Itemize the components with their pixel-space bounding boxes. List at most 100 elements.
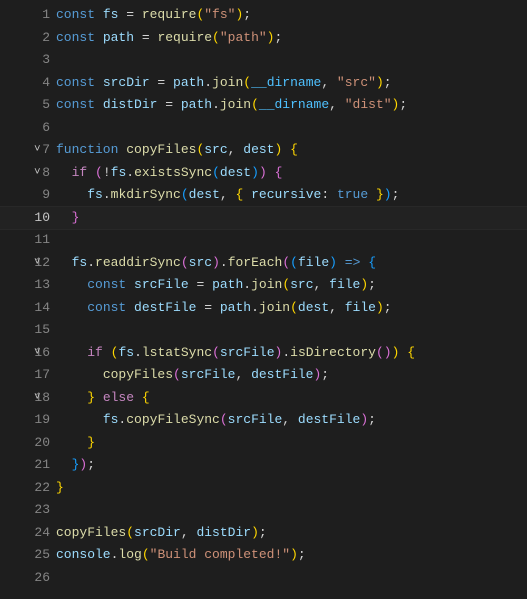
code-content[interactable]: const distDir = path.join(__dirname, "di… [56, 94, 527, 117]
gutter[interactable]: 13 [0, 274, 56, 297]
gutter[interactable]: 2 [0, 27, 56, 50]
code-line[interactable]: 2const path = require("path"); [0, 27, 527, 50]
code-line[interactable]: 5const distDir = path.join(__dirname, "d… [0, 94, 527, 117]
gutter[interactable]: 9 [0, 184, 56, 207]
token-prop: recursive [243, 187, 321, 202]
code-content[interactable]: const path = require("path"); [56, 27, 527, 50]
gutter[interactable]: 16˅ [0, 342, 56, 365]
code-content[interactable]: if (fs.lstatSync(srcFile).isDirectory())… [56, 342, 527, 365]
gutter[interactable]: 4 [0, 72, 56, 95]
gutter[interactable]: 18˅ [0, 387, 56, 410]
token-punc: ; [259, 525, 267, 540]
code-line[interactable]: 7˅function copyFiles(src, dest) { [0, 139, 527, 162]
code-content[interactable]: fs.mkdirSync(dest, { recursive: true }); [56, 184, 527, 207]
code-content[interactable]: } [56, 432, 527, 455]
token-punc: . [220, 255, 228, 270]
code-content[interactable]: if (!fs.existsSync(dest)) { [56, 162, 527, 185]
code-content[interactable]: const srcDir = path.join(__dirname, "src… [56, 72, 527, 95]
code-content[interactable]: fs.copyFileSync(srcFile, destFile); [56, 409, 527, 432]
code-line[interactable]: 9 fs.mkdirSync(dest, { recursive: true }… [0, 184, 527, 207]
fold-toggle-icon[interactable]: ˅ [34, 139, 41, 162]
code-line[interactable]: 8˅ if (!fs.existsSync(dest)) { [0, 162, 527, 185]
token-var: dest [298, 300, 329, 315]
token-var: distDir [95, 97, 157, 112]
token-fn: log [118, 547, 141, 562]
token-var: fs [118, 345, 134, 360]
fold-toggle-icon[interactable]: ˅ [34, 342, 41, 365]
token-str: "fs" [204, 7, 235, 22]
code-content[interactable]: fs.readdirSync(src).forEach((file) => { [56, 252, 527, 275]
token-punc: . [251, 300, 259, 315]
code-line[interactable]: 1const fs = require("fs"); [0, 4, 527, 27]
token-var: path [212, 277, 243, 292]
code-line[interactable]: 26 [0, 567, 527, 590]
gutter[interactable]: 10 [0, 207, 56, 230]
code-line[interactable]: 24copyFiles(srcDir, distDir); [0, 522, 527, 545]
gutter[interactable]: 23 [0, 499, 56, 522]
token-punc: = [189, 277, 212, 292]
token-arrow: => [337, 255, 360, 270]
code-content[interactable]: const destFile = path.join(dest, file); [56, 297, 527, 320]
code-line[interactable]: 20 } [0, 432, 527, 455]
code-content[interactable]: copyFiles(srcFile, destFile); [56, 364, 527, 387]
code-line[interactable]: 22} [0, 477, 527, 500]
gutter[interactable]: 26 [0, 567, 56, 590]
code-line[interactable]: 3 [0, 49, 527, 72]
token-var: path [181, 97, 212, 112]
token-brace-y: { [142, 390, 150, 405]
code-line[interactable]: 25console.log("Build completed!"); [0, 544, 527, 567]
token-param: src [204, 142, 227, 157]
gutter[interactable]: 22 [0, 477, 56, 500]
code-line[interactable]: 21 }); [0, 454, 527, 477]
code-line[interactable]: 10 } [0, 207, 527, 230]
code-content[interactable]: }); [56, 454, 527, 477]
code-line[interactable]: 12˅ fs.readdirSync(src).forEach((file) =… [0, 252, 527, 275]
token-var: fs [72, 255, 88, 270]
gutter[interactable]: 24 [0, 522, 56, 545]
code-line[interactable]: 18˅ } else { [0, 387, 527, 410]
code-content[interactable]: function copyFiles(src, dest) { [56, 139, 527, 162]
code-line[interactable]: 13 const srcFile = path.join(src, file); [0, 274, 527, 297]
gutter[interactable]: 7˅ [0, 139, 56, 162]
gutter[interactable]: 12˅ [0, 252, 56, 275]
fold-toggle-icon[interactable]: ˅ [34, 252, 41, 275]
gutter[interactable]: 11 [0, 229, 56, 252]
code-content[interactable]: } [56, 477, 527, 500]
token-brace-y: } [87, 435, 95, 450]
gutter[interactable]: 15 [0, 319, 56, 342]
code-line[interactable]: 17 copyFiles(srcFile, destFile); [0, 364, 527, 387]
code-content[interactable]: } [56, 207, 527, 230]
code-line[interactable]: 16˅ if (fs.lstatSync(srcFile).isDirector… [0, 342, 527, 365]
gutter[interactable]: 14 [0, 297, 56, 320]
code-line[interactable]: 6 [0, 117, 527, 140]
code-line[interactable]: 14 const destFile = path.join(dest, file… [0, 297, 527, 320]
code-line[interactable]: 11 [0, 229, 527, 252]
gutter[interactable]: 1 [0, 4, 56, 27]
code-content[interactable]: console.log("Build completed!"); [56, 544, 527, 567]
gutter[interactable]: 20 [0, 432, 56, 455]
code-content[interactable]: const srcFile = path.join(src, file); [56, 274, 527, 297]
token-var: srcDir [134, 525, 181, 540]
code-line[interactable]: 4const srcDir = path.join(__dirname, "sr… [0, 72, 527, 95]
code-content[interactable]: const fs = require("fs"); [56, 4, 527, 27]
code-line[interactable]: 15 [0, 319, 527, 342]
code-line[interactable]: 19 fs.copyFileSync(srcFile, destFile); [0, 409, 527, 432]
gutter[interactable]: 19 [0, 409, 56, 432]
code-content[interactable]: } else { [56, 387, 527, 410]
fold-toggle-icon[interactable]: ˅ [34, 387, 41, 410]
token-punc: , [181, 525, 197, 540]
code-content[interactable]: copyFiles(srcDir, distDir); [56, 522, 527, 545]
token-var: path [220, 300, 251, 315]
gutter[interactable]: 25 [0, 544, 56, 567]
fold-toggle-icon[interactable]: ˅ [34, 162, 41, 185]
gutter[interactable]: 3 [0, 49, 56, 72]
code-editor[interactable]: 1const fs = require("fs");2const path = … [0, 0, 527, 589]
token-var: file [329, 277, 360, 292]
gutter[interactable]: 8˅ [0, 162, 56, 185]
code-line[interactable]: 23 [0, 499, 527, 522]
gutter[interactable]: 6 [0, 117, 56, 140]
gutter[interactable]: 21 [0, 454, 56, 477]
gutter[interactable]: 17 [0, 364, 56, 387]
token-brace-p: ( [181, 255, 189, 270]
gutter[interactable]: 5 [0, 94, 56, 117]
